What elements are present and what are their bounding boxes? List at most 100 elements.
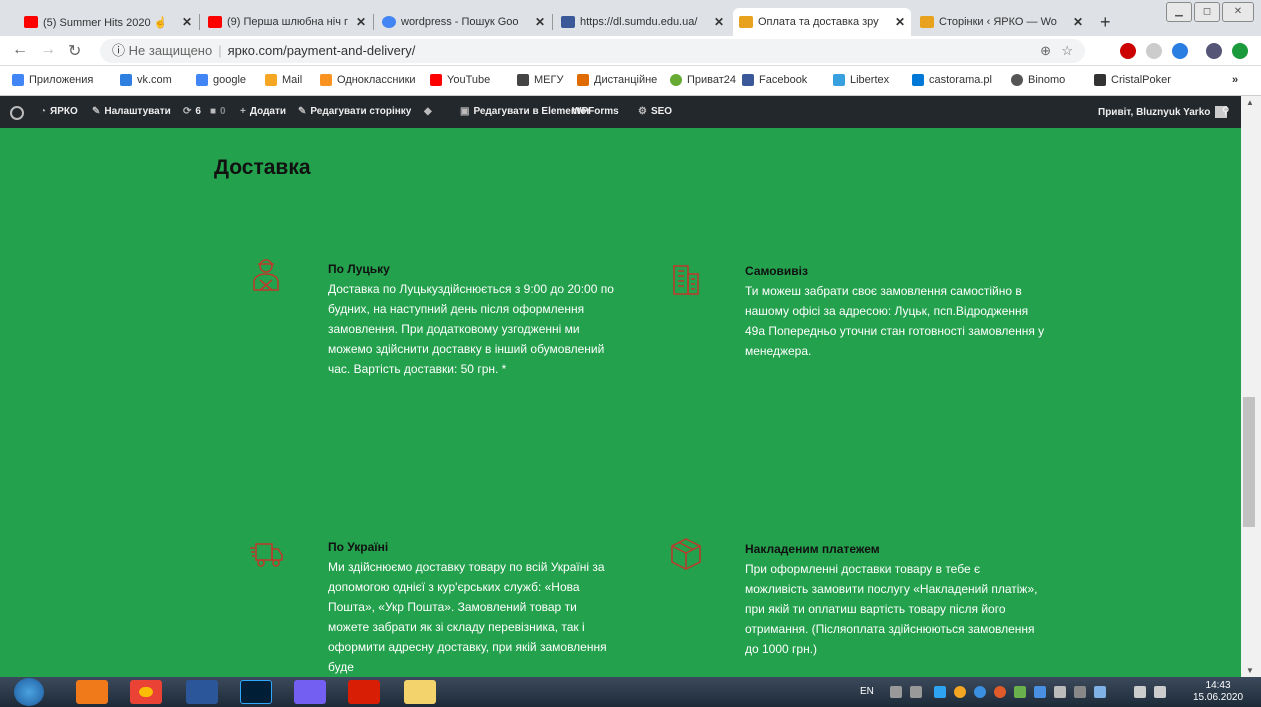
id-extension-icon[interactable] bbox=[1172, 43, 1188, 59]
tray-icon[interactable] bbox=[1014, 686, 1026, 698]
tray-icon[interactable] bbox=[1094, 686, 1106, 698]
bookmark-odnoklassniki[interactable]: Одноклассники bbox=[320, 74, 416, 86]
tray-icon[interactable] bbox=[954, 686, 966, 698]
chrome-icon[interactable] bbox=[130, 680, 162, 704]
reload-icon[interactable]: ↻ bbox=[68, 41, 81, 61]
bookmark-apps[interactable]: Приложения bbox=[12, 74, 93, 86]
castorama-icon bbox=[912, 74, 924, 86]
bookmark-google[interactable]: google bbox=[196, 74, 246, 86]
close-icon[interactable]: ✕ bbox=[895, 15, 905, 29]
bookmarks-more-button[interactable]: » bbox=[1232, 74, 1238, 86]
vk-icon bbox=[120, 74, 132, 86]
wp-wpforms-link[interactable]: WPForms bbox=[572, 106, 619, 117]
tray-icon[interactable] bbox=[910, 686, 922, 698]
brush-icon: ✎ bbox=[92, 106, 101, 117]
bookmark-star-icon[interactable]: ☆ bbox=[1061, 39, 1073, 63]
volume-icon[interactable] bbox=[1154, 686, 1166, 698]
network-icon[interactable] bbox=[1134, 686, 1146, 698]
photoshop-icon[interactable] bbox=[240, 680, 272, 704]
scroll-down-icon[interactable]: ▼ bbox=[1246, 666, 1254, 675]
block-title: По Луцьку bbox=[328, 262, 390, 276]
bluetooth-icon[interactable] bbox=[934, 686, 946, 698]
bookmark-vk[interactable]: vk.com bbox=[120, 74, 172, 86]
tab-1[interactable]: (9) Перша шлюбна ніч г ✕ bbox=[202, 8, 372, 36]
info-icon[interactable]: ⓘ bbox=[112, 43, 125, 58]
extension-green-icon[interactable] bbox=[1232, 43, 1248, 59]
word-icon[interactable] bbox=[186, 680, 218, 704]
google-icon bbox=[196, 74, 208, 86]
bookmark-binomo[interactable]: Binomo bbox=[1011, 74, 1065, 86]
tab-5[interactable]: Сторінки ‹ ЯРКО — Wo ✕ bbox=[914, 8, 1089, 36]
tray-icon[interactable] bbox=[1054, 686, 1066, 698]
extension-icon[interactable] bbox=[1146, 43, 1162, 59]
profile-avatar[interactable] bbox=[1206, 43, 1222, 59]
wordpress-logo-icon[interactable] bbox=[10, 106, 24, 120]
sumdu-icon bbox=[561, 16, 575, 28]
wp-edit-page-link[interactable]: ✎ Редагувати сторінку bbox=[298, 106, 411, 117]
tray-icon[interactable] bbox=[974, 686, 986, 698]
bookmark-megu[interactable]: МЕГУ bbox=[517, 74, 563, 86]
explorer-icon[interactable] bbox=[404, 680, 436, 704]
tray-icon[interactable] bbox=[1074, 686, 1086, 698]
system-clock[interactable]: 14:43 15.06.2020 bbox=[1193, 680, 1243, 704]
adblock-icon[interactable] bbox=[1120, 43, 1136, 59]
url-input[interactable]: ⓘ Не защищено | ярко.com/payment-and-deliv… bbox=[100, 39, 1085, 63]
wp-customize-link[interactable]: ✎ Налаштувати bbox=[92, 106, 171, 117]
wp-comments-link[interactable]: ■ 0 bbox=[210, 106, 226, 117]
wp-seo-link[interactable]: ⚙ SEO bbox=[638, 106, 672, 117]
tray-icon[interactable] bbox=[890, 686, 902, 698]
tab-3[interactable]: https://dl.sumdu.edu.ua/✕ bbox=[555, 8, 730, 36]
viber-icon[interactable] bbox=[294, 680, 326, 704]
browser-tab-strip: (5) Summer Hits 2020 ☝ ✕ (9) Перша шлюбна… bbox=[0, 0, 1261, 36]
tab-2[interactable]: wordpress - Пошук Goo ✕ bbox=[376, 8, 551, 36]
wp-elementor-link[interactable]: ▣ Редагувати в Elementor bbox=[460, 106, 590, 117]
zoom-icon[interactable]: ⊕ bbox=[1040, 39, 1051, 63]
bookmark-privat24[interactable]: Приват24 bbox=[670, 74, 736, 86]
libertex-icon bbox=[833, 74, 845, 86]
truck-icon bbox=[250, 543, 283, 567]
maximize-button[interactable]: ◻ bbox=[1194, 2, 1220, 22]
apps-icon bbox=[12, 74, 24, 86]
bookmark-cristalpoker[interactable]: CristalPoker bbox=[1094, 74, 1171, 86]
back-icon[interactable]: ← bbox=[12, 41, 28, 59]
wp-add-new-link[interactable]: + Додати bbox=[240, 106, 286, 117]
close-icon[interactable]: ✕ bbox=[714, 15, 724, 29]
bookmark-youtube[interactable]: YouTube bbox=[430, 74, 490, 86]
new-tab-button[interactable]: + bbox=[1100, 12, 1111, 33]
bookmark-mail[interactable]: Mail bbox=[265, 74, 302, 86]
bookmark-facebook[interactable]: Facebook bbox=[742, 74, 807, 86]
close-icon[interactable]: ✕ bbox=[356, 15, 366, 29]
close-icon[interactable]: ✕ bbox=[182, 15, 192, 29]
acrobat-icon[interactable] bbox=[348, 680, 380, 704]
privat24-icon bbox=[670, 74, 682, 86]
block-text: Ми здійснюємо доставку товару по всій Ук… bbox=[328, 560, 607, 674]
wp-search-icon[interactable]: ⚲ bbox=[1222, 106, 1229, 117]
tab-4-active[interactable]: Оплата та доставка зру ✕ bbox=[733, 8, 911, 36]
bookmark-castorama[interactable]: castorama.pl bbox=[912, 74, 992, 86]
close-icon[interactable]: ✕ bbox=[1073, 15, 1083, 29]
bookmark-distance[interactable]: Дистанційне bbox=[577, 74, 657, 86]
scroll-up-icon[interactable]: ▲ bbox=[1246, 98, 1254, 107]
close-window-button[interactable]: ✕ bbox=[1222, 2, 1254, 22]
start-button[interactable] bbox=[14, 678, 44, 706]
wp-updates-link[interactable]: ⟳ 6 bbox=[183, 106, 201, 117]
minimize-button[interactable]: ▁ bbox=[1166, 2, 1192, 22]
delivery-block-ukraine: По Україні Ми здійснюємо доставку товару… bbox=[328, 540, 618, 677]
bookmark-libertex[interactable]: Libertex bbox=[833, 74, 889, 86]
facebook-icon bbox=[742, 74, 754, 86]
tray-icon[interactable] bbox=[994, 686, 1006, 698]
wp-diamond-icon[interactable]: ◆ bbox=[424, 106, 436, 117]
forward-icon[interactable]: → bbox=[40, 41, 56, 59]
plus-icon: + bbox=[240, 106, 246, 117]
taskbar-app-media[interactable] bbox=[76, 680, 108, 704]
wp-greeting[interactable]: Привіт, Bluznyuk Yarko bbox=[1098, 106, 1228, 118]
cristalpoker-icon bbox=[1094, 74, 1106, 86]
tab-0[interactable]: (5) Summer Hits 2020 ☝ ✕ bbox=[18, 8, 198, 36]
tray-icon[interactable] bbox=[1034, 686, 1046, 698]
close-icon[interactable]: ✕ bbox=[535, 15, 545, 29]
scrollbar-thumb[interactable] bbox=[1243, 397, 1255, 527]
language-indicator[interactable]: EN bbox=[860, 686, 874, 697]
wp-site-link[interactable]: ◔ ЯРКО bbox=[40, 106, 78, 117]
courier-icon bbox=[253, 259, 279, 291]
page-scrollbar[interactable]: ▲ ▼ bbox=[1241, 96, 1261, 677]
